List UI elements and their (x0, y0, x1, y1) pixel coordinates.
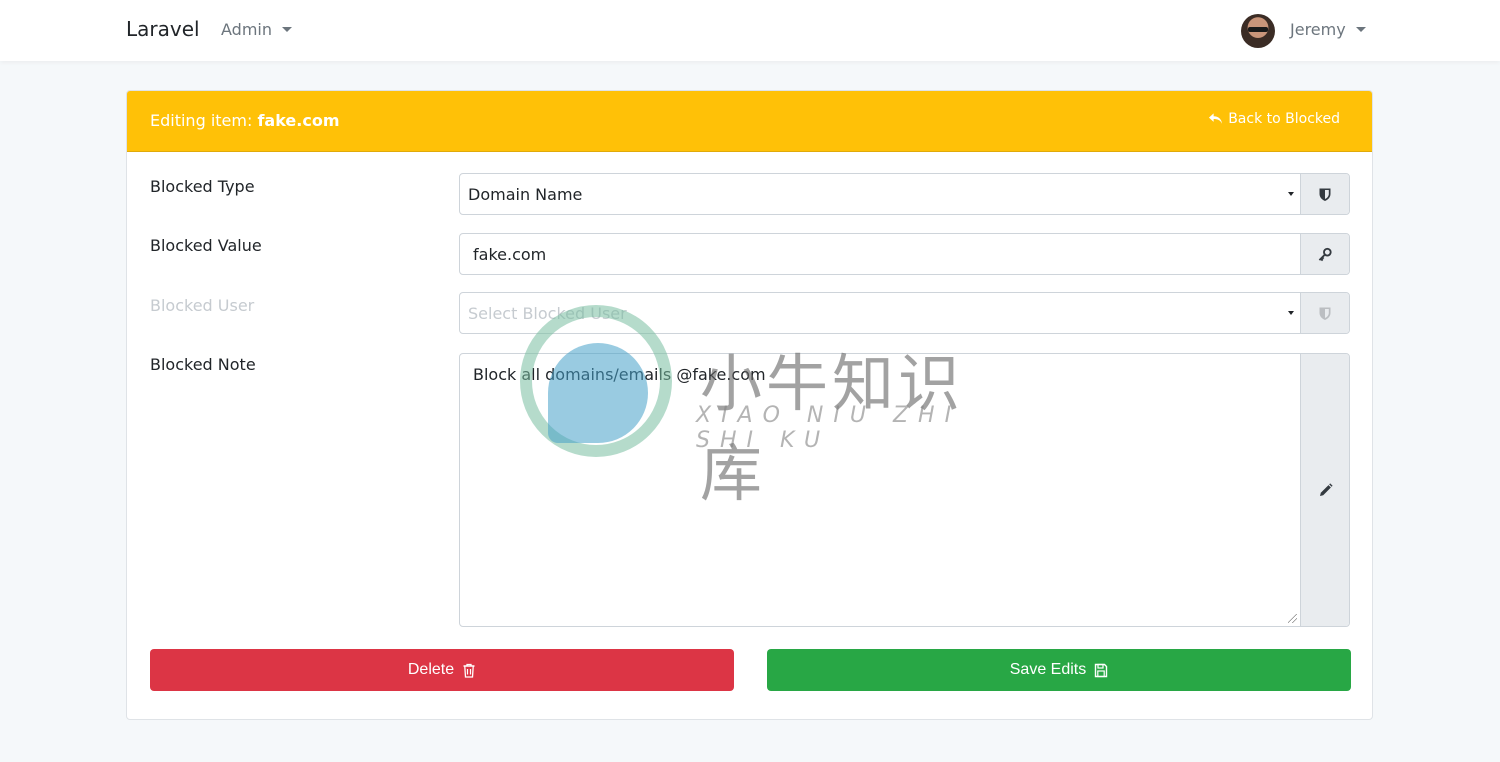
select-arrow-icon (1288, 192, 1294, 196)
blocked-note-textarea[interactable]: Block all domains/emails @fake.com (460, 354, 1300, 626)
blocked-value-label: Blocked Value (150, 236, 262, 255)
card-header: Editing item: fake.com Back to Blocked (127, 91, 1372, 152)
resize-handle-icon[interactable] (1288, 614, 1297, 623)
card-title: Editing item: fake.com (150, 111, 340, 130)
shield-icon (1319, 307, 1331, 320)
edit-card: Editing item: fake.com Back to Blocked B… (126, 90, 1373, 720)
blocked-note-text: Block all domains/emails @fake.com (473, 365, 766, 384)
pencil-icon (1319, 482, 1333, 496)
card-title-item: fake.com (257, 111, 340, 130)
brand-link[interactable]: Laravel (126, 17, 200, 41)
avatar-glasses (1248, 27, 1268, 32)
select-arrow-icon (1288, 311, 1294, 315)
blocked-value-field[interactable]: fake.com (459, 233, 1350, 275)
blocked-user-value[interactable]: Select Blocked User (460, 293, 1300, 333)
blocked-user-placeholder: Select Blocked User (468, 303, 627, 323)
card-title-prefix: Editing item: (150, 111, 253, 130)
delete-button[interactable]: Delete (150, 649, 734, 691)
chevron-down-icon (1355, 27, 1366, 32)
user-name: Jeremy (1290, 20, 1346, 39)
blocked-user-addon (1300, 293, 1349, 333)
blocked-note-addon (1300, 354, 1349, 626)
back-link-label: Back to Blocked (1228, 111, 1340, 127)
blocked-note-label: Blocked Note (150, 355, 256, 374)
avatar[interactable] (1241, 14, 1275, 48)
blocked-type-label: Blocked Type (150, 177, 255, 196)
blocked-type-addon (1300, 174, 1349, 214)
floppy-disk-icon (1095, 663, 1108, 677)
save-edits-button[interactable]: Save Edits (767, 649, 1351, 691)
back-to-blocked-link[interactable]: Back to Blocked (1208, 111, 1340, 127)
reply-icon (1209, 113, 1223, 124)
blocked-value-input[interactable]: fake.com (460, 234, 1300, 274)
blocked-type-selected: Domain Name (468, 184, 583, 204)
delete-button-label: Delete (407, 661, 455, 678)
blocked-user-label: Blocked User (150, 296, 255, 315)
user-dropdown[interactable]: Jeremy (1290, 20, 1366, 39)
top-navbar: Laravel Admin Jeremy (0, 0, 1500, 61)
blocked-type-select[interactable]: Domain Name (459, 173, 1350, 215)
blocked-type-value[interactable]: Domain Name (460, 174, 1300, 214)
chevron-down-icon (282, 27, 292, 32)
shield-icon (1319, 188, 1331, 201)
admin-dropdown-label: Admin (221, 20, 272, 39)
trash-icon (463, 663, 475, 678)
admin-dropdown[interactable]: Admin (221, 20, 292, 39)
blocked-user-select[interactable]: Select Blocked User (459, 292, 1350, 334)
blocked-note-field[interactable]: Block all domains/emails @fake.com (459, 353, 1350, 627)
key-icon (1318, 247, 1332, 261)
save-button-label: Save Edits (1009, 661, 1087, 678)
blocked-value-text: fake.com (473, 244, 547, 264)
blocked-value-addon (1300, 234, 1349, 274)
